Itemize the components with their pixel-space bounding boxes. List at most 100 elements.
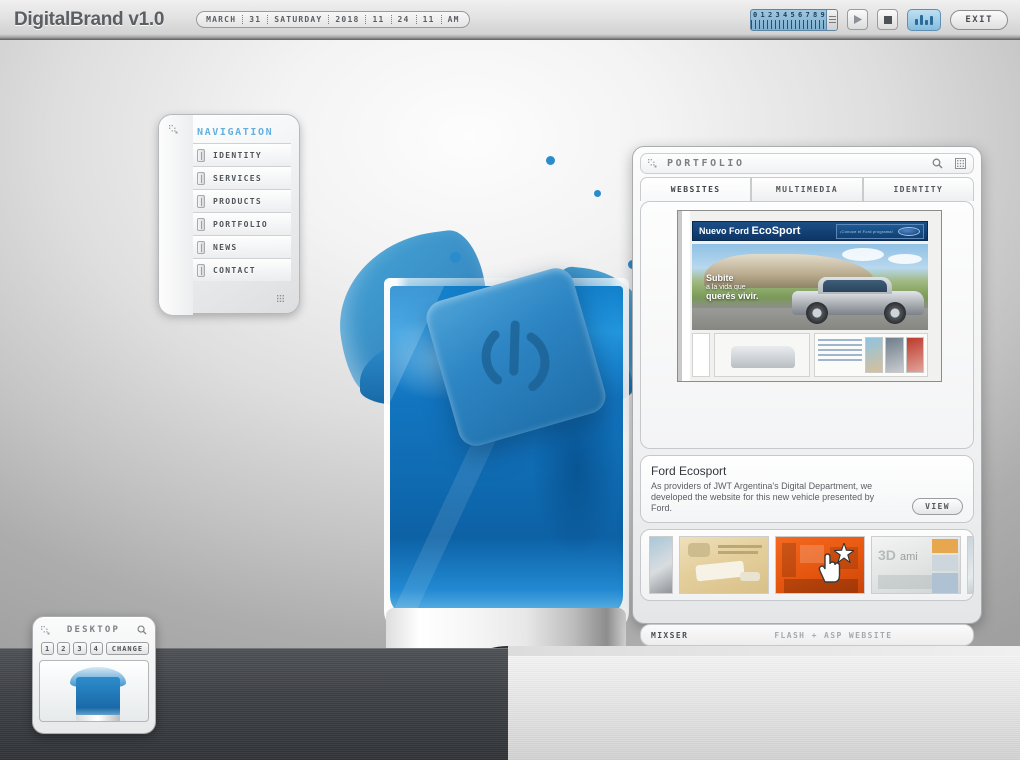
sidebar-item-portfolio[interactable]: PORTFOLIO (193, 212, 291, 235)
status-client-name: MIXSER (651, 630, 689, 640)
pill-icon (197, 263, 205, 277)
feature-line (818, 339, 862, 341)
grip-line (828, 16, 836, 17)
sparkle-star-icon (834, 543, 854, 563)
date-year: 2018 (335, 15, 360, 24)
portfolio-window: PORTFOLIO WEBSITES MULTIMEDIA IDENTITY N… (632, 146, 982, 646)
sidebar-item-label: SERVICES (213, 173, 262, 183)
stop-button[interactable] (877, 9, 899, 30)
top-menu-bar: DigitalBrand v1.0 MARCH 31 SATURDAY 2018… (0, 0, 1020, 40)
thumb-3d-mall[interactable]: 3D ami (871, 536, 961, 594)
portfolio-window-buttons (932, 158, 966, 169)
suv-wheel (806, 302, 828, 324)
tab-identity[interactable]: IDENTITY (862, 177, 974, 201)
website-screenshot[interactable]: Nuevo Ford EcoSport ¡Conoce el Ford prog… (677, 210, 942, 382)
thumb-shape (688, 543, 710, 557)
tab-websites[interactable]: WEBSITES (640, 177, 752, 201)
navigation-title: NAVIGATION (197, 127, 274, 138)
sidebar-item-identity[interactable]: IDENTITY (193, 143, 291, 166)
thumb-shape (932, 539, 958, 553)
pill-icon (197, 171, 205, 185)
cloud (888, 254, 922, 264)
portfolio-body: Nuevo Ford EcoSport ¡Conoce el Ford prog… (640, 201, 974, 646)
project-title: Ford Ecosport (651, 464, 727, 478)
tab-multimedia[interactable]: MULTIMEDIA (751, 177, 863, 201)
sidebar-item-label: PRODUCTS (213, 196, 262, 206)
site-brand-name: EcoSport (751, 225, 801, 237)
site-features-panel (814, 333, 928, 377)
sidebar-item-contact[interactable]: CONTACT (193, 258, 291, 281)
exit-button[interactable]: EXIT (950, 9, 1008, 30)
navigation-drag-handle[interactable] (159, 115, 193, 315)
ruler-face[interactable]: 0 1 2 3 4 5 6 7 8 9 (751, 10, 827, 30)
desktop-preset-4[interactable]: 4 (89, 642, 103, 655)
sidebar-item-label: CONTACT (213, 265, 256, 275)
sidebar-item-news[interactable]: NEWS (193, 235, 291, 258)
sidebar-item-products[interactable]: PRODUCTS (193, 189, 291, 212)
magnifier-icon[interactable] (137, 625, 147, 635)
thumb-partial-right[interactable] (967, 536, 973, 594)
pill-icon (197, 194, 205, 208)
portfolio-preview-stage: Nuevo Ford EcoSport ¡Conoce el Ford prog… (640, 201, 974, 449)
equalizer-bar (915, 18, 919, 25)
wallpaper-preview[interactable] (39, 660, 149, 722)
thumb-shape (782, 543, 796, 577)
ford-oval-logo-icon (898, 226, 920, 236)
pill-icon (197, 148, 205, 162)
resize-handle-icon[interactable] (41, 625, 50, 635)
project-description: As providers of JWT Argentina's Digital … (651, 481, 875, 513)
equalizer-bar (930, 15, 934, 25)
site-brand-prefix: Nuevo Ford (699, 226, 750, 236)
view-button[interactable]: VIEW (912, 498, 963, 515)
stop-icon (883, 15, 892, 24)
thumb-line (718, 545, 762, 548)
desktop-preset-3[interactable]: 3 (73, 642, 87, 655)
grid-dots-icon[interactable] (955, 158, 966, 169)
date-weekday: SATURDAY (274, 15, 323, 24)
time-hour: 11 (372, 15, 385, 24)
equalizer-button[interactable] (907, 8, 942, 31)
feature-line (818, 344, 862, 346)
portfolio-titlebar[interactable]: PORTFOLIO (640, 153, 974, 174)
desktop-preset-2[interactable]: 2 (57, 642, 71, 655)
resize-handle-icon[interactable] (169, 125, 178, 134)
equalizer-bar (920, 14, 924, 25)
sidebar-item-label: IDENTITY (213, 150, 262, 160)
ruler-digit: 0 (752, 10, 758, 19)
resize-handle-icon[interactable] (648, 159, 657, 168)
thumb-shape (932, 573, 958, 593)
grip-line (828, 19, 836, 20)
portfolio-thumbnail-strip: 3D ami (640, 529, 974, 601)
website-screenshot-wrapper[interactable]: Nuevo Ford EcoSport ¡Conoce el Ford prog… (677, 210, 942, 440)
media-controls-group: 0 1 2 3 4 5 6 7 8 9 EXIT (750, 8, 1008, 31)
sidebar-item-services[interactable]: SERVICES (193, 166, 291, 189)
play-button[interactable] (847, 9, 869, 30)
ruler-digit: 8 (812, 10, 818, 19)
suv-wheel (884, 302, 906, 324)
thumb-bubba[interactable] (679, 536, 769, 594)
ruler-drag-handle[interactable] (826, 9, 838, 30)
site-lower-section (692, 333, 928, 377)
magnifier-icon[interactable] (932, 158, 943, 169)
feature-line (818, 359, 862, 361)
site-hero-image: Subite a la vida que querés vivir. (692, 244, 928, 330)
portfolio-tabs: WEBSITES MULTIMEDIA IDENTITY (640, 177, 974, 201)
ruler-digit: 7 (805, 10, 810, 19)
ruler-digit: 2 (767, 10, 773, 19)
desktop-widget: DESKTOP 1 2 3 4 CHANGE (32, 616, 156, 734)
portfolio-detail-panel: Ford Ecosport As providers of JWT Argent… (640, 455, 974, 523)
ruler-digit: 4 (782, 10, 788, 19)
app-title: DigitalBrand v1.0 (14, 8, 165, 30)
feature-line (818, 349, 862, 351)
site-promo-bar: ¡Conoce el Ford programa! (836, 223, 924, 239)
thumb-orange-office[interactable] (775, 536, 865, 594)
desktop-preset-buttons: 1 2 3 4 CHANGE (41, 642, 149, 655)
play-icon (853, 15, 862, 24)
thumb-partial-left[interactable] (649, 536, 673, 594)
timeline-ruler-slider[interactable]: 0 1 2 3 4 5 6 7 8 9 (750, 8, 839, 31)
hero-line-1: Subite (706, 273, 734, 283)
time-second: 11 (422, 15, 435, 24)
change-wallpaper-button[interactable]: CHANGE (105, 642, 149, 655)
desktop-preset-1[interactable]: 1 (41, 642, 55, 655)
pill-icon (197, 217, 205, 231)
